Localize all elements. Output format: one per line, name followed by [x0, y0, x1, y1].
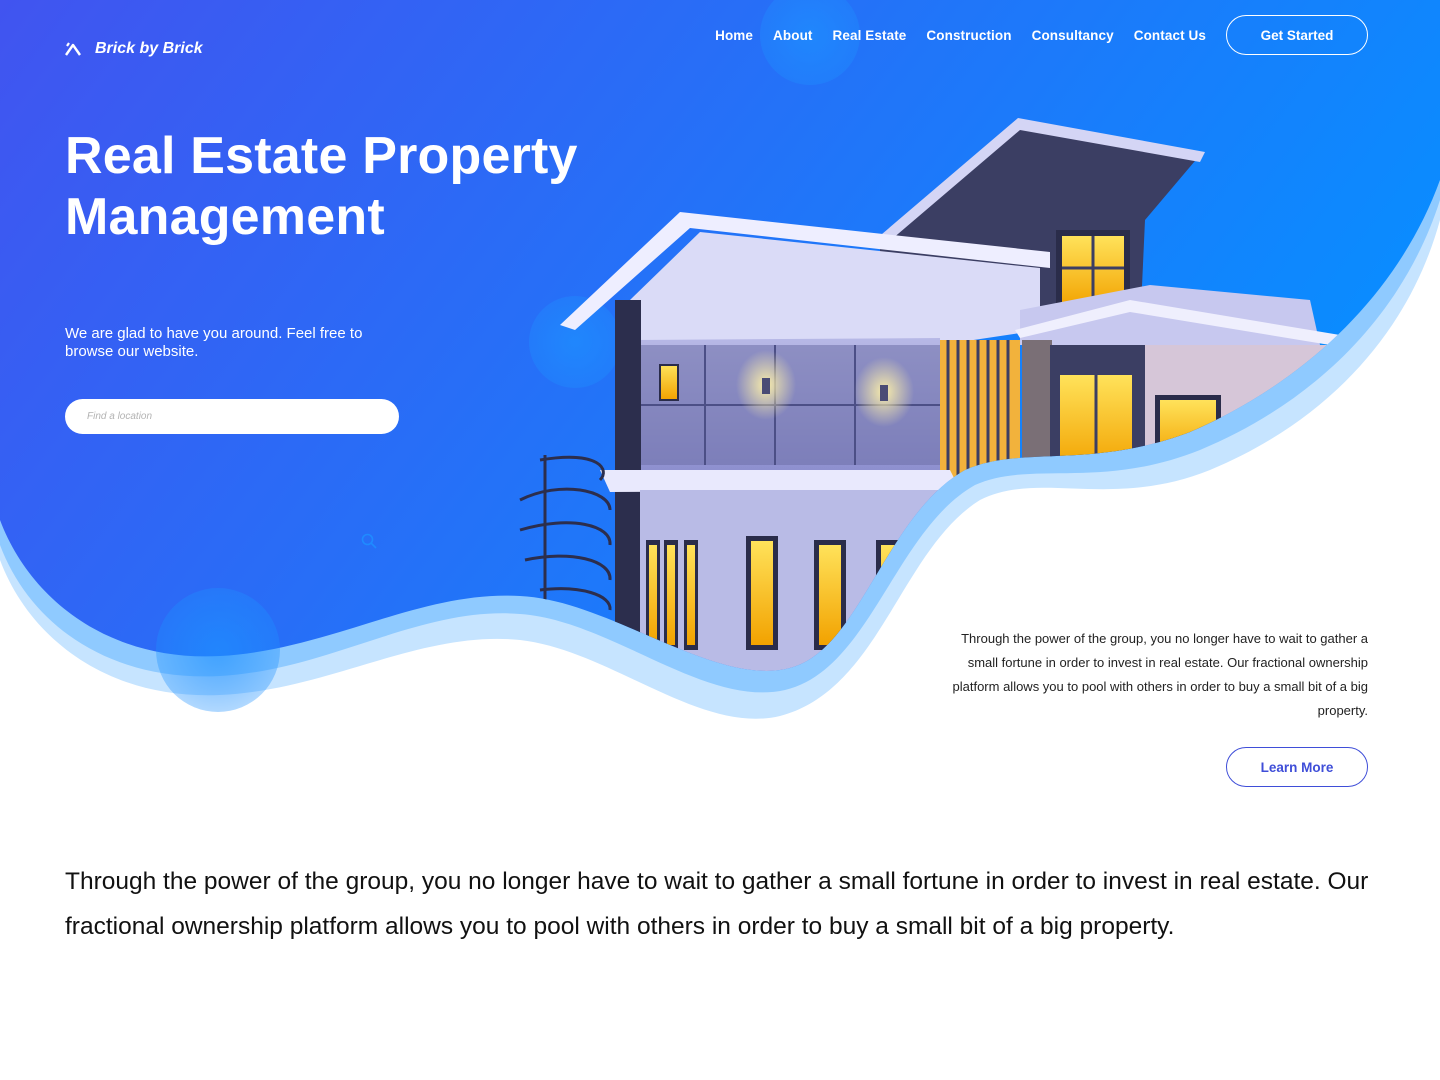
brand-logo[interactable]: Brick by Brick	[65, 40, 203, 58]
chevron-logo-icon	[65, 42, 81, 56]
hero-title: Real Estate Property Management	[65, 127, 578, 246]
nav-construction[interactable]: Construction	[926, 28, 1011, 43]
location-search-input[interactable]	[85, 410, 379, 423]
hero-subtitle: We are glad to have you around. Feel fre…	[65, 325, 363, 360]
nav-contact-us[interactable]: Contact Us	[1134, 28, 1206, 43]
nav-about[interactable]: About	[773, 28, 812, 43]
get-started-button[interactable]: Get Started	[1226, 15, 1368, 55]
search-icon[interactable]	[360, 532, 378, 550]
nav-consultancy[interactable]: Consultancy	[1032, 28, 1114, 43]
learn-more-button[interactable]: Learn More	[1226, 747, 1368, 787]
location-search	[65, 399, 399, 434]
main-nav: Home About Real Estate Construction Cons…	[695, 15, 1368, 55]
intro-paragraph: Through the power of the group, you no l…	[65, 868, 1369, 940]
info-paragraph: Through the power of the group, you no l…	[952, 631, 1369, 718]
nav-home[interactable]: Home	[715, 28, 753, 43]
nav-real-estate[interactable]: Real Estate	[833, 28, 907, 43]
brand-name: Brick by Brick	[95, 40, 203, 57]
